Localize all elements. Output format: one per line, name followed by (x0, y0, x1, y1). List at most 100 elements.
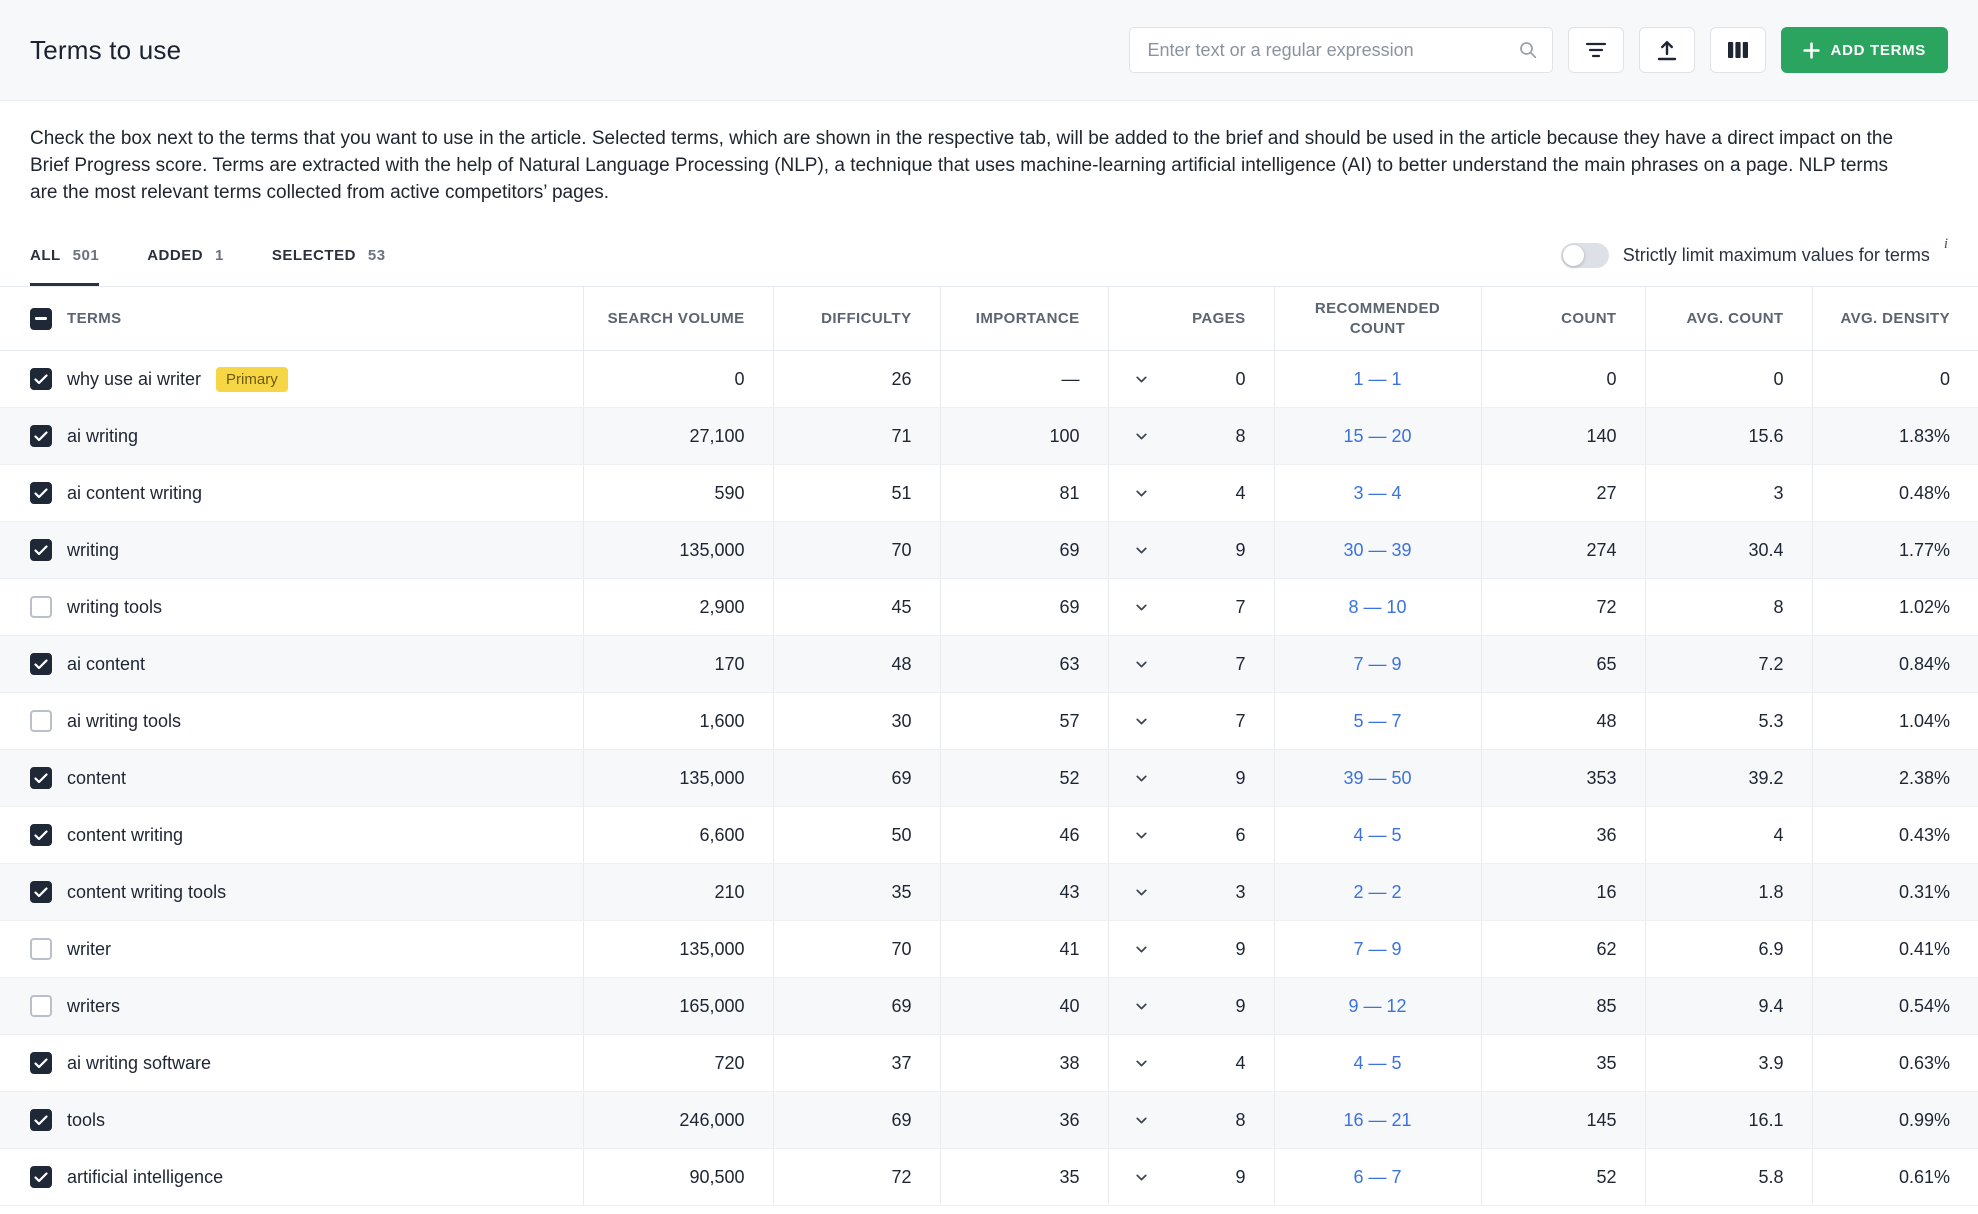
chevron-down-icon[interactable] (1133, 998, 1150, 1015)
table-row: writing 135,000 70 69 9 30 — 39 274 30.4 1.77% (0, 521, 1978, 579)
pages-value: 4 (1235, 482, 1246, 503)
tab-selected[interactable]: SELECTED 53 (272, 224, 386, 286)
chevron-down-icon[interactable] (1133, 884, 1150, 901)
term-checkbox[interactable] (30, 653, 52, 675)
add-terms-button[interactable]: ADD TERMS (1780, 27, 1948, 73)
term-checkbox[interactable] (30, 482, 52, 504)
term-checkbox[interactable] (30, 1109, 52, 1131)
term-checkbox[interactable] (30, 881, 52, 903)
term-checkbox[interactable] (30, 824, 52, 846)
recommended-count-link[interactable]: 4 — 5 (1353, 1053, 1401, 1073)
count-cell: 27 (1480, 464, 1645, 522)
terms-cell: writing tools (0, 578, 583, 636)
recommended-count-link[interactable]: 3 — 4 (1353, 483, 1401, 503)
chevron-down-icon[interactable] (1133, 485, 1150, 502)
count-cell: 36 (1480, 806, 1645, 864)
columns-button[interactable] (1709, 27, 1766, 73)
recommended-count-cell: 30 — 39 (1273, 521, 1481, 579)
select-all-checkbox[interactable] (30, 307, 52, 330)
avg-density-cell: 2.38% (1811, 749, 1978, 807)
tab-selected-label: SELECTED (271, 246, 356, 264)
strict-limit-toggle[interactable] (1560, 242, 1609, 268)
chevron-down-icon[interactable] (1133, 827, 1150, 844)
chevron-down-icon[interactable] (1133, 371, 1150, 388)
tab-added[interactable]: ADDED 1 (147, 224, 224, 286)
column-header-recommended-count[interactable]: RECOMMENDED COUNT (1273, 286, 1481, 351)
tabs-row: ALL 501 ADDED 1 SELECTED 53 Strictly lim… (0, 224, 1978, 286)
column-header-avg-density[interactable]: AVG. DENSITY (1811, 286, 1978, 351)
recommended-count-link[interactable]: 5 — 7 (1353, 711, 1401, 731)
recommended-count-link[interactable]: 15 — 20 (1343, 426, 1411, 446)
chevron-down-icon[interactable] (1133, 542, 1150, 559)
chevron-down-icon[interactable] (1133, 1169, 1150, 1186)
column-header-avg-count[interactable]: AVG. COUNT (1644, 286, 1812, 351)
count-cell: 48 (1480, 692, 1645, 750)
recommended-count-link[interactable]: 30 — 39 (1343, 540, 1411, 560)
term-checkbox[interactable] (30, 995, 52, 1017)
toggle-knob (1562, 244, 1584, 266)
tab-all[interactable]: ALL 501 (30, 224, 99, 286)
filter-icon (1585, 41, 1607, 59)
term-label: writer (67, 938, 111, 959)
pages-value: 7 (1235, 710, 1246, 731)
filter-button[interactable] (1567, 27, 1624, 73)
column-header-importance[interactable]: IMPORTANCE (939, 286, 1108, 351)
term-checkbox[interactable] (30, 368, 52, 390)
pages-cell: 9 (1107, 977, 1274, 1035)
column-header-pages[interactable]: PAGES (1107, 286, 1274, 351)
recommended-count-link[interactable]: 9 — 12 (1348, 996, 1406, 1016)
avg-density-cell: 0.99% (1811, 1091, 1978, 1149)
pages-value: 4 (1235, 1052, 1246, 1073)
term-checkbox[interactable] (30, 1052, 52, 1074)
upload-button[interactable] (1638, 27, 1695, 73)
tab-selected-count: 53 (367, 246, 386, 264)
term-checkbox[interactable] (30, 767, 52, 789)
column-header-terms[interactable]: TERMS (0, 286, 583, 351)
recommended-count-link[interactable]: 39 — 50 (1343, 768, 1411, 788)
search-volume-cell: 165,000 (582, 977, 773, 1035)
column-header-difficulty[interactable]: DIFFICULTY (772, 286, 940, 351)
term-checkbox[interactable] (30, 596, 52, 618)
difficulty-cell: 30 (772, 692, 940, 750)
avg-density-cell: 1.04% (1811, 692, 1978, 750)
term-label: writing tools (67, 596, 163, 617)
search-volume-cell: 720 (582, 1034, 773, 1092)
search-volume-cell: 135,000 (582, 920, 773, 978)
chevron-down-icon[interactable] (1133, 428, 1150, 445)
chevron-down-icon[interactable] (1133, 1055, 1150, 1072)
chevron-down-icon[interactable] (1133, 713, 1150, 730)
count-cell: 353 (1480, 749, 1645, 807)
recommended-count-link[interactable]: 16 — 21 (1343, 1110, 1411, 1130)
recommended-count-link[interactable]: 1 — 1 (1353, 369, 1401, 389)
avg-count-cell: 3 (1644, 464, 1812, 522)
pages-value: 7 (1235, 653, 1246, 674)
term-label: ai writing (67, 425, 139, 446)
info-icon[interactable]: i (1944, 236, 1948, 253)
chevron-down-icon[interactable] (1133, 770, 1150, 787)
search-input[interactable] (1147, 39, 1518, 61)
column-header-count[interactable]: COUNT (1480, 286, 1645, 351)
term-checkbox[interactable] (30, 539, 52, 561)
avg-count-cell: 3.9 (1644, 1034, 1812, 1092)
term-checkbox[interactable] (30, 710, 52, 732)
chevron-down-icon[interactable] (1133, 1112, 1150, 1129)
recommended-count-link[interactable]: 7 — 9 (1353, 654, 1401, 674)
table-row: ai writing tools 1,600 30 57 7 5 — 7 48 5.3 1.04… (0, 692, 1978, 750)
recommended-count-link[interactable]: 2 — 2 (1353, 882, 1401, 902)
search-box[interactable] (1128, 27, 1553, 73)
chevron-down-icon[interactable] (1133, 599, 1150, 616)
recommended-count-link[interactable]: 7 — 9 (1353, 939, 1401, 959)
recommended-count-link[interactable]: 8 — 10 (1348, 597, 1406, 617)
term-checkbox[interactable] (30, 425, 52, 447)
term-checkbox[interactable] (30, 1166, 52, 1188)
pages-value: 3 (1235, 881, 1246, 902)
recommended-count-link[interactable]: 4 — 5 (1353, 825, 1401, 845)
terms-table: TERMS SEARCH VOLUME DIFFICULTY IMPORTANC… (0, 286, 1978, 1206)
chevron-down-icon[interactable] (1133, 941, 1150, 958)
avg-count-cell: 7.2 (1644, 635, 1812, 693)
term-checkbox[interactable] (30, 938, 52, 960)
recommended-count-link[interactable]: 6 — 7 (1353, 1167, 1401, 1187)
chevron-down-icon[interactable] (1133, 656, 1150, 673)
terms-cell: writing (0, 521, 583, 579)
column-header-search-volume[interactable]: SEARCH VOLUME (582, 286, 773, 351)
